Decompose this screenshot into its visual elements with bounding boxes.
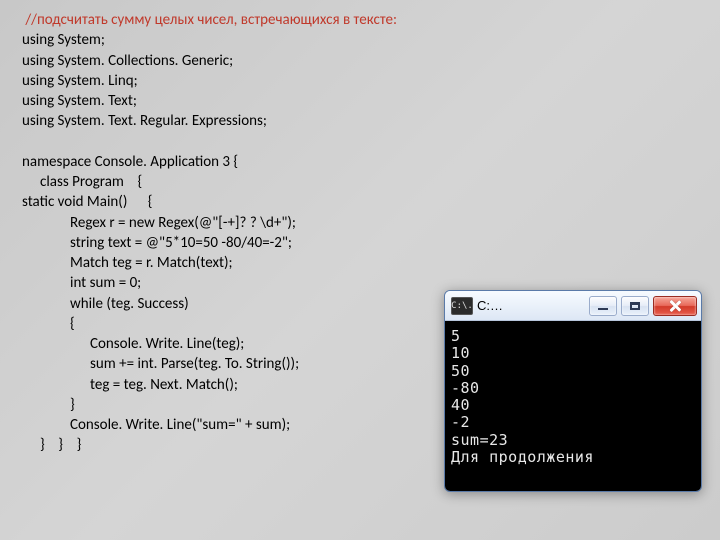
using-line: using System. Text; — [22, 91, 698, 111]
class-line: class Program { — [22, 172, 698, 192]
console-line: 40 — [451, 397, 695, 414]
maximize-button[interactable] — [621, 296, 649, 316]
close-button[interactable] — [653, 296, 697, 316]
window-titlebar[interactable]: C:\. C:… — [445, 291, 701, 321]
console-app-icon: C:\. — [451, 297, 473, 315]
using-line: using System. Linq; — [22, 71, 698, 91]
console-window: C:\. C:… 5 10 50 -80 40 -2 sum=23 Для пр… — [444, 290, 702, 492]
console-line: Для продолжения — [451, 449, 695, 466]
minimize-button[interactable] — [589, 296, 617, 316]
code-comment: //подсчитать сумму целых чисел, встречаю… — [22, 10, 698, 30]
namespace-line: namespace Console. Application 3 { — [22, 152, 698, 172]
console-line: sum=23 — [451, 432, 695, 449]
console-output: 5 10 50 -80 40 -2 sum=23 Для продолжения — [445, 321, 701, 491]
maximize-icon — [630, 302, 640, 310]
console-line: 10 — [451, 345, 695, 362]
console-line: 5 — [451, 328, 695, 345]
using-line: using System. Text. Regular. Expressions… — [22, 111, 698, 131]
console-line: -80 — [451, 380, 695, 397]
close-icon — [669, 300, 681, 312]
using-line: using System; — [22, 30, 698, 50]
using-line: using System. Collections. Generic; — [22, 51, 698, 71]
window-title: C:… — [477, 298, 585, 313]
minimize-icon — [598, 308, 608, 310]
console-line: -2 — [451, 414, 695, 431]
body-line: Match teg = r. Match(text); — [22, 253, 698, 273]
console-line: 50 — [451, 363, 695, 380]
body-line: Regex r = new Regex(@"[-+]? ? \d+"); — [22, 213, 698, 233]
body-line: string text = @"5*10=50 -80/40=-2"; — [22, 233, 698, 253]
blank-line — [22, 132, 698, 152]
main-line: static void Main() { — [22, 192, 698, 212]
